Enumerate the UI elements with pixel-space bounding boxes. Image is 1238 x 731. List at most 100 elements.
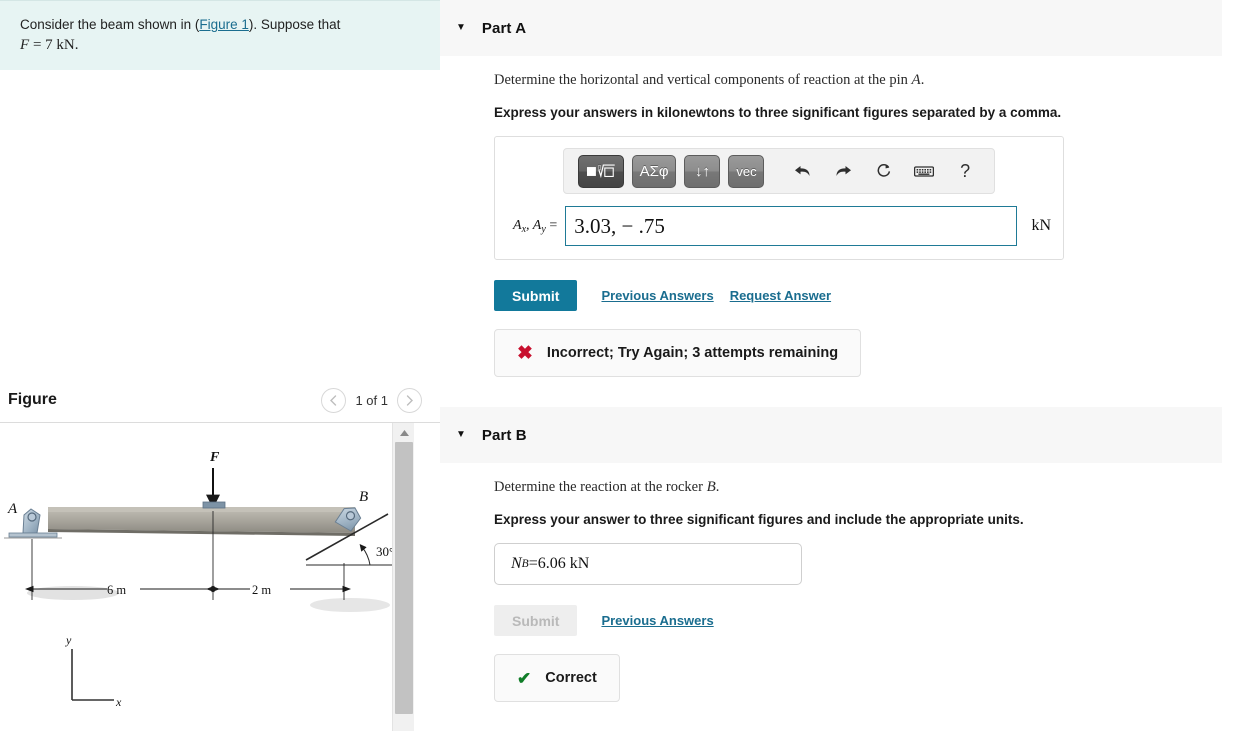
dim-left-label: 6 m <box>107 583 126 597</box>
part-b-actions: Submit Previous Answers <box>494 605 1222 636</box>
help-icon[interactable]: ? <box>950 157 980 185</box>
part-b-answer-value: 6.06 kN <box>537 555 590 572</box>
figure-prev-button[interactable] <box>321 387 347 413</box>
part-b-body: Determine the reaction at the rocker B. … <box>440 463 1222 702</box>
template-radical-button[interactable]: ▯ <box>578 154 624 188</box>
part-a-feedback-text: Incorrect; Try Again; 3 attempts remaini… <box>546 345 839 361</box>
part-a-body: Determine the horizontal and vertical co… <box>440 56 1222 377</box>
given-equals: = <box>32 36 42 53</box>
part-b-prompt-period: . <box>715 479 720 495</box>
undo-icon[interactable] <box>787 157 817 185</box>
part-a-header[interactable]: ▼ Part A <box>440 0 1222 56</box>
keyboard-icon[interactable] <box>910 157 940 185</box>
mastering-physics-problem-page: Consider the beam shown in (Figure 1). S… <box>0 0 1238 731</box>
figure-next-button[interactable] <box>397 387 422 413</box>
caret-down-icon[interactable]: ▼ <box>456 430 466 440</box>
chevron-left-icon <box>330 394 337 406</box>
part-b-header[interactable]: ▼ Part B <box>440 407 1222 463</box>
reset-icon[interactable] <box>869 157 899 185</box>
label-ax-main: A <box>513 217 522 233</box>
arrows-button[interactable]: ↓↑ <box>684 154 721 188</box>
problem-text-after: ). Suppose that <box>248 17 341 32</box>
part-a-previous-answers-link[interactable]: Previous Answers <box>601 288 713 303</box>
part-b-title: Part B <box>481 426 527 444</box>
figure-header: Figure 1 of 1 <box>0 378 440 422</box>
part-a-prompt-period: . <box>920 72 925 88</box>
arrows-label: ↓↑ <box>694 162 710 180</box>
part-a-actions: Submit Previous Answers Request Answer <box>494 280 1222 311</box>
redo-icon[interactable] <box>828 157 858 185</box>
part-a-prompt-variable: A <box>911 72 921 88</box>
given-variable: F <box>20 36 30 53</box>
axis-x-label: x <box>115 695 122 709</box>
undo-arrow-icon <box>794 165 810 176</box>
vector-button[interactable]: vec <box>728 154 765 188</box>
dim-right-label: 2 m <box>252 583 271 597</box>
onscreen-keyboard-icon <box>914 165 935 177</box>
given-value: 7 kN. <box>45 36 79 53</box>
figure-scrollbar[interactable] <box>392 423 414 731</box>
greek-symbols-label: ΑΣφ <box>639 162 669 180</box>
label-nb-sub: B <box>521 558 529 570</box>
scroll-up-arrow-icon <box>399 430 409 436</box>
figure-title: Figure <box>8 391 57 408</box>
rocker-label: B <box>359 489 368 505</box>
check-mark-icon: ✔ <box>517 668 532 688</box>
part-b-feedback-text: Correct <box>545 670 597 686</box>
figure-scrollbar-thumb[interactable] <box>395 442 413 714</box>
figure-counter: 1 of 1 <box>355 392 388 408</box>
part-a-b-gap <box>440 377 1222 407</box>
rocker-ground-shadow <box>310 598 390 612</box>
part-b-submit-button: Submit <box>494 605 578 636</box>
pin-base-plate <box>8 532 58 538</box>
figure-scroll-up-button[interactable] <box>393 425 415 441</box>
label-ax-sub: x <box>521 223 527 235</box>
part-a-prompt-text: Determine the horizontal and vertical co… <box>494 72 908 88</box>
figure-pager: 1 of 1 <box>321 387 422 413</box>
label-nb-main: N <box>511 555 522 572</box>
part-a-answer-shell: ▯ ΑΣφ ↓↑ vec ? Ax, Ay = 3.03, − .75 kN <box>494 136 1064 260</box>
help-question-mark: ? <box>960 160 971 181</box>
part-a-answer-label: Ax, Ay = <box>513 217 558 235</box>
part-a-answer-input[interactable]: 3.03, − .75 <box>565 206 1018 246</box>
pin-ground-shadow <box>27 586 119 600</box>
label-equals: = <box>545 217 558 233</box>
part-b-answer-box[interactable]: NB = 6.06 kN <box>494 543 802 585</box>
part-a-answer-value: 3.03, − .75 <box>574 213 665 238</box>
axis-y-label: y <box>65 633 72 647</box>
caret-down-icon[interactable]: ▼ <box>456 23 466 33</box>
force-label: F <box>209 450 220 465</box>
part-b-prompt-text: Determine the reaction at the rocker <box>494 479 703 495</box>
label-nb-equals: = <box>528 555 538 572</box>
problem-statement: Consider the beam shown in (Figure 1). S… <box>0 0 440 70</box>
part-a-feedback-incorrect: ✖ Incorrect; Try Again; 3 attempts remai… <box>494 329 862 377</box>
beam-top-flange <box>48 507 355 512</box>
part-b-previous-answers-link[interactable]: Previous Answers <box>601 613 713 628</box>
right-panel: ▼ Part A Determine the horizontal and ve… <box>440 0 1222 731</box>
math-toolbar: ▯ ΑΣφ ↓↑ vec ? <box>563 148 995 194</box>
part-a-submit-button[interactable]: Submit <box>494 280 578 311</box>
figure-1-link[interactable]: Figure 1 <box>199 17 249 32</box>
angle-arc <box>359 544 371 566</box>
part-a-request-answer-link[interactable]: Request Answer <box>730 288 831 303</box>
pin-hole <box>27 512 37 522</box>
pin-label: A <box>7 501 18 517</box>
template-radical-icon: ▯ <box>586 163 615 178</box>
part-b-instruction: Express your answer to three significant… <box>494 512 1024 527</box>
part-b-feedback-correct: ✔ Correct <box>494 654 620 702</box>
part-a-unit: kN <box>1031 217 1051 234</box>
part-a-instruction: Express your answers in kilonewtons to t… <box>494 105 1062 120</box>
cross-mark-icon: ✖ <box>517 342 533 364</box>
part-b-prompt-variable: B <box>706 479 716 495</box>
part-a-prompt: Determine the horizontal and vertical co… <box>494 72 1222 89</box>
part-a-title: Part A <box>481 19 527 37</box>
beam-diagram: F A B 30° 6 m 2 m y x <box>4 450 394 709</box>
part-a-input-row: Ax, Ay = 3.03, − .75 kN <box>507 202 1051 246</box>
greek-symbols-button[interactable]: ΑΣφ <box>631 154 677 188</box>
vector-label: vec <box>736 163 757 179</box>
part-b-prompt: Determine the reaction at the rocker B. <box>494 479 1222 496</box>
figure-body: F A B 30° 6 m 2 m y x <box>0 423 440 731</box>
figure-canvas: F A B 30° 6 m 2 m y x <box>0 423 414 731</box>
reset-circular-arrow-icon <box>877 164 890 177</box>
chevron-right-icon <box>406 394 413 406</box>
